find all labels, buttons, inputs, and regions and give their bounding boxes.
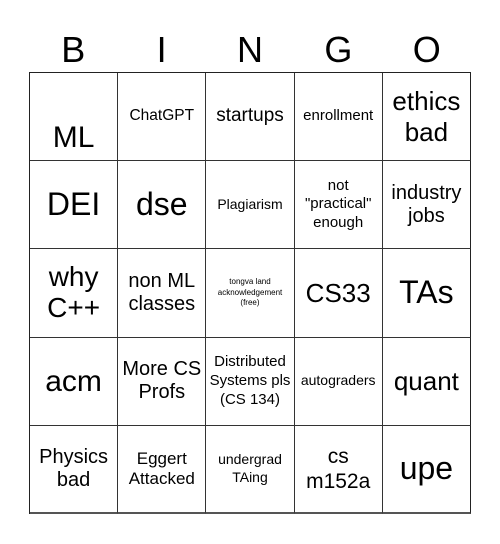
bingo-cell[interactable]: non ML classes bbox=[118, 249, 207, 338]
header-letter-o: O bbox=[412, 29, 441, 70]
bingo-cell[interactable]: why C++ bbox=[30, 249, 119, 338]
bingo-cell[interactable]: autograders bbox=[294, 337, 383, 426]
bingo-cell[interactable]: ethics bad bbox=[382, 73, 471, 162]
bingo-cell[interactable]: CS33 bbox=[294, 249, 383, 338]
bingo-cell[interactable]: upe bbox=[382, 425, 471, 514]
header-letter-n: N bbox=[236, 29, 263, 70]
bingo-cell[interactable]: acm bbox=[30, 337, 119, 426]
bingo-cell[interactable]: Eggert Attacked bbox=[118, 425, 207, 514]
header-letter-i: I bbox=[156, 29, 167, 70]
bingo-cell[interactable]: Plagiarism bbox=[206, 161, 295, 250]
bingo-cell[interactable]: enrollment bbox=[294, 73, 383, 162]
bingo-cell[interactable]: More CS Profs bbox=[118, 337, 207, 426]
bingo-cell[interactable]: Physics bad bbox=[30, 425, 119, 514]
bingo-header: B I N G O bbox=[29, 28, 471, 72]
bingo-cell[interactable]: Distributed Systems pls (CS 134) bbox=[206, 337, 295, 426]
bingo-cell[interactable]: TAs bbox=[382, 249, 471, 338]
bingo-cell[interactable]: undergrad TAing bbox=[206, 425, 295, 514]
bingo-cell-free[interactable]: tongva land acknowledgement (free) bbox=[206, 249, 295, 338]
header-letter-g: G bbox=[324, 29, 353, 70]
bingo-cell[interactable]: DEI bbox=[30, 161, 119, 250]
header-letter-b: B bbox=[61, 29, 86, 70]
bingo-cell[interactable]: ML bbox=[30, 73, 119, 162]
bingo-cell[interactable]: industry jobs bbox=[382, 161, 471, 250]
bingo-cell[interactable]: dse bbox=[118, 161, 207, 250]
bingo-cell[interactable]: startups bbox=[206, 73, 295, 162]
bingo-cell[interactable]: not "practical" enough bbox=[294, 161, 383, 250]
bingo-cell[interactable]: quant bbox=[382, 337, 471, 426]
bingo-board: ML ChatGPT startups enrollment ethics ba… bbox=[29, 72, 471, 514]
bingo-cell[interactable]: ChatGPT bbox=[118, 73, 207, 162]
bingo-cell[interactable]: cs m152a bbox=[294, 425, 383, 514]
